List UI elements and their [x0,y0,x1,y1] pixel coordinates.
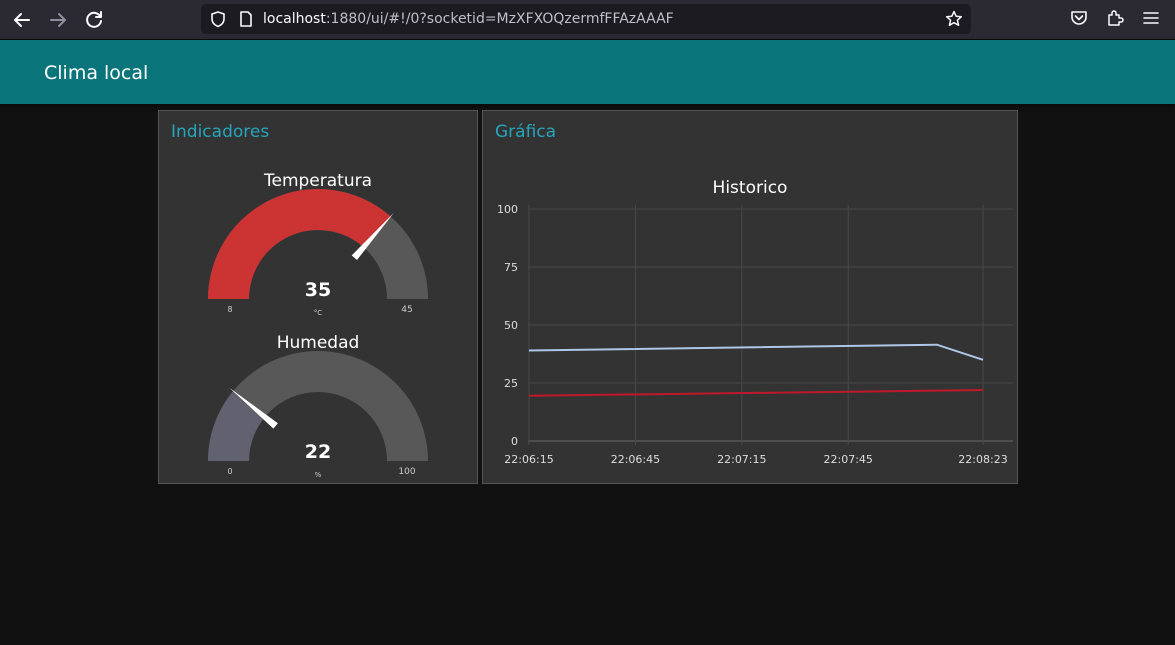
x-tick-label: 22:08:23 [958,453,1007,466]
y-tick-label: 75 [504,261,518,274]
group-grafica: Gráfica Historico 0 25 50 75 100 22:06:15 22:… [482,110,1018,484]
shield-icon[interactable] [209,10,227,32]
gauges-canvas: Temperatura 35 °C 8 45 Humedad 22 % 0 10… [208,171,428,479]
url-path: :1880/ui/#!/0?socketid=MzXFXOQzermfFFAzA… [325,11,674,27]
gauge-temperatura-units: °C [314,309,323,317]
url-text[interactable]: localhost:1880/ui/#!/0?socketid=MzXFXOQz… [263,10,674,28]
series-line-2 [528,389,984,397]
gauge-humedad: Humedad 22 % 0 100 [208,333,428,479]
gauge-humedad-max: 100 [398,467,415,477]
chart-grid [528,205,1013,445]
gauge-temperatura-value: 35 [305,279,331,301]
dashboard-header: Clima local [0,40,1175,104]
y-tick-label: 25 [504,377,518,390]
gauge-temperatura-label: Temperatura [263,171,372,191]
y-tick-label: 0 [511,435,518,448]
reload-icon[interactable] [82,8,106,32]
forward-arrow-icon[interactable] [46,8,70,32]
x-tick-label: 22:06:15 [504,453,553,466]
y-tick-label: 50 [504,319,518,332]
group-indicadores: Indicadores Temperatura 35 °C 8 45 Humed… [158,110,478,484]
back-arrow-icon[interactable] [10,8,34,32]
gauge-humedad-units: % [315,471,322,479]
url-host: localhost [263,11,326,27]
chart-y-axis: 0 25 50 75 100 [497,203,518,448]
bookmark-star-icon[interactable] [945,10,963,32]
x-tick-label: 22:07:45 [824,453,873,466]
x-tick-label: 22:07:15 [717,453,766,466]
x-tick-label: 22:06:45 [611,453,660,466]
gauge-temperatura-max: 45 [401,305,412,315]
browser-toolbar: localhost:1880/ui/#!/0?socketid=MzXFXOQz… [0,0,1175,40]
chart-x-axis: 22:06:15 22:06:45 22:07:15 22:07:45 22:08:23 [504,453,1007,466]
y-tick-label: 100 [497,203,518,216]
address-bar[interactable]: localhost:1880/ui/#!/0?socketid=MzXFXOQz… [201,4,971,34]
gauge-humedad-label: Humedad [277,333,360,353]
chart-title: Historico [713,178,788,198]
series-line-1 [528,343,984,361]
chart-series [528,343,984,397]
pocket-icon[interactable] [1070,9,1088,31]
menu-icon[interactable] [1142,9,1160,31]
page-info-icon[interactable] [237,10,255,32]
gauge-temperatura: Temperatura 35 °C 8 45 [208,171,428,317]
extensions-icon[interactable] [1106,9,1124,31]
gauge-humedad-min: 0 [227,467,232,476]
line-chart: Historico 0255075100 22:06:15 22:06:45 22:… [497,178,1013,466]
dashboard-title: Clima local [44,62,149,84]
gauge-humedad-value: 22 [305,441,331,463]
gauge-temperatura-min: 8 [227,305,232,314]
